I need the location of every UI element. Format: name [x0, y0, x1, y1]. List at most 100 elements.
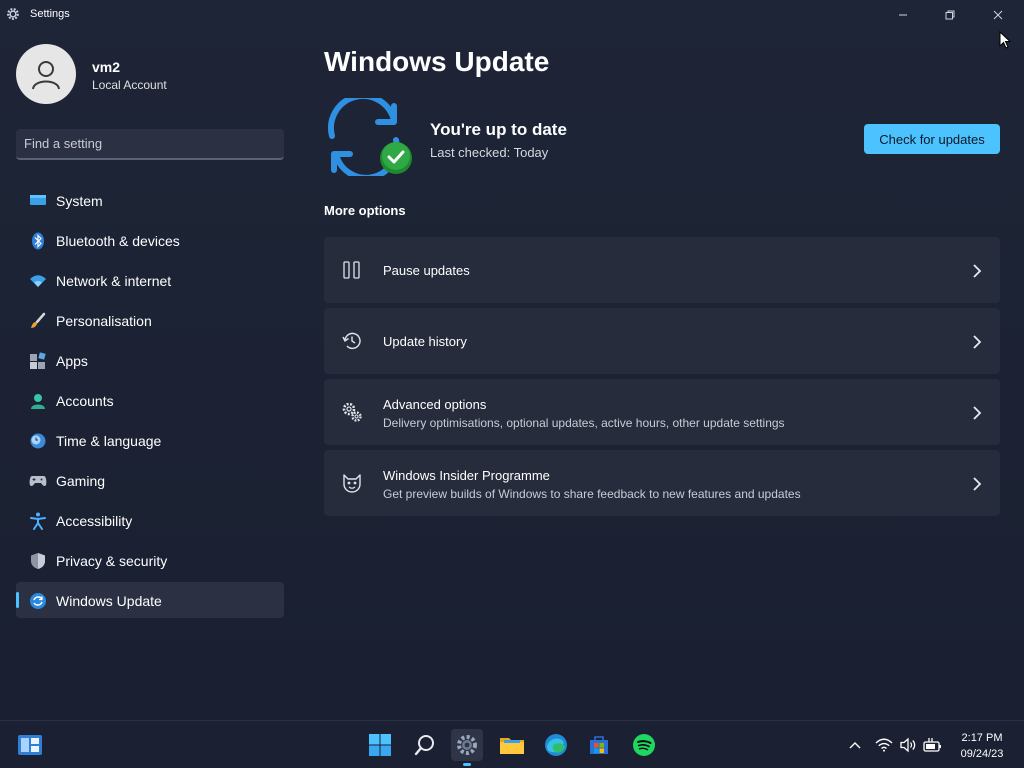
sidebar-item-accounts[interactable]: Accounts [16, 382, 284, 418]
taskbar: 2:17 PM 09/24/23 [0, 720, 1024, 768]
sidebar-item-label: System [56, 193, 103, 209]
restore-icon [945, 10, 955, 20]
volume-tray-button[interactable] [898, 735, 918, 755]
sidebar-item-label: Personalisation [56, 313, 152, 329]
close-button[interactable] [975, 0, 1021, 30]
battery-plug-icon [923, 738, 941, 752]
option-description: Get preview builds of Windows to share f… [383, 487, 801, 501]
search-input[interactable] [16, 129, 284, 158]
wifi-icon [29, 272, 47, 290]
user-name: vm2 [92, 59, 121, 75]
sidebar-item-privacy[interactable]: Privacy & security [16, 542, 284, 578]
chevron-right-icon [973, 477, 982, 491]
option-update-history[interactable]: Update history [324, 308, 1000, 374]
widgets-icon [18, 735, 42, 755]
update-icon [29, 592, 47, 610]
search-button[interactable] [409, 729, 441, 761]
network-tray-button[interactable] [874, 735, 894, 755]
folder-icon [500, 738, 524, 754]
sidebar-item-label: Accounts [56, 393, 114, 409]
mouse-cursor-icon [999, 31, 1011, 49]
gears-icon [341, 401, 363, 423]
page-title: Windows Update [324, 46, 550, 77]
sidebar-item-bluetooth[interactable]: Bluetooth & devices [16, 222, 284, 258]
clock-time[interactable]: 2:17 PM [960, 732, 1004, 744]
sidebar-item-gaming[interactable]: Gaming [16, 462, 284, 498]
sidebar-item-label: Bluetooth & devices [56, 233, 180, 249]
clock-globe-icon [29, 432, 47, 450]
update-status-icon [328, 98, 412, 176]
sidebar-item-personalisation[interactable]: Personalisation [16, 302, 284, 338]
sidebar-item-windows-update[interactable]: Windows Update [16, 582, 284, 618]
clock-date[interactable]: 09/24/23 [958, 748, 1006, 760]
account-type: Local Account [92, 78, 167, 92]
avatar[interactable] [16, 44, 76, 104]
close-icon [993, 10, 1003, 20]
sidebar-item-accessibility[interactable]: Accessibility [16, 502, 284, 538]
widgets-button[interactable] [14, 729, 46, 761]
bluetooth-icon [29, 232, 47, 250]
wifi-icon [875, 738, 893, 752]
option-title: Update history [383, 334, 467, 349]
option-windows-insider[interactable]: Windows Insider Programme Get preview bu… [324, 450, 1000, 516]
title-bar: Settings [0, 0, 1024, 30]
volume-icon [900, 737, 916, 753]
insider-cat-icon [341, 472, 363, 494]
pause-icon [341, 259, 363, 281]
edge-button[interactable] [540, 729, 572, 761]
active-app-indicator [463, 763, 471, 766]
file-explorer-button[interactable] [496, 729, 528, 761]
search-box [16, 129, 284, 160]
chevron-right-icon [973, 335, 982, 349]
sidebar-item-label: Gaming [56, 473, 106, 489]
status-title: You're up to date [430, 120, 567, 139]
history-icon [341, 330, 363, 352]
accessibility-icon [29, 512, 47, 530]
sidebar-nav: System Bluetooth & devices Network & int… [16, 182, 284, 622]
search-icon [414, 735, 434, 756]
sidebar-item-time-language[interactable]: Time & language [16, 422, 284, 458]
chevron-right-icon [973, 406, 982, 420]
battery-tray-button[interactable] [922, 735, 942, 755]
taskbar-settings-button[interactable] [451, 729, 483, 761]
show-hidden-icons-button[interactable] [845, 735, 865, 755]
check-for-updates-button[interactable]: Check for updates [864, 124, 1000, 154]
gamepad-icon [29, 472, 47, 490]
restore-button[interactable] [927, 0, 973, 30]
option-title: Advanced options [383, 397, 487, 412]
sidebar-item-network[interactable]: Network & internet [16, 262, 284, 298]
user-icon [32, 61, 60, 90]
chevron-right-icon [973, 264, 982, 278]
apps-icon [29, 352, 47, 370]
option-pause-updates[interactable]: Pause updates [324, 237, 1000, 303]
sidebar-item-label: Network & internet [56, 273, 172, 289]
spotify-icon [633, 734, 655, 756]
minimize-button[interactable] [880, 0, 926, 30]
sidebar-item-label: Windows Update [56, 593, 162, 609]
more-options-heading: More options [324, 203, 406, 218]
option-title: Pause updates [383, 263, 470, 278]
sidebar-item-apps[interactable]: Apps [16, 342, 284, 378]
store-button[interactable] [583, 729, 615, 761]
shield-icon [29, 552, 47, 570]
brush-icon [29, 312, 47, 330]
store-icon [590, 736, 608, 754]
last-checked-text: Last checked: Today [430, 145, 549, 160]
start-button[interactable] [364, 729, 396, 761]
spotify-button[interactable] [628, 729, 660, 761]
sidebar-item-label: Apps [56, 353, 88, 369]
settings-window: Settings vm2 Local Account Find a settin… [0, 0, 1024, 720]
option-title: Windows Insider Programme [383, 468, 550, 483]
monitor-icon [29, 192, 47, 210]
sidebar-item-system[interactable]: System [16, 182, 284, 218]
window-title: Settings [30, 8, 70, 20]
settings-gear-icon [457, 735, 477, 755]
option-advanced-options[interactable]: Advanced options Delivery optimisations,… [324, 379, 1000, 445]
minimize-icon [899, 14, 907, 16]
option-description: Delivery optimisations, optional updates… [383, 416, 785, 430]
person-icon [29, 392, 47, 410]
sidebar-item-label: Time & language [56, 433, 162, 449]
windows-logo-icon [369, 734, 391, 756]
edge-browser-icon [545, 734, 567, 756]
sidebar-item-label: Accessibility [56, 513, 133, 529]
